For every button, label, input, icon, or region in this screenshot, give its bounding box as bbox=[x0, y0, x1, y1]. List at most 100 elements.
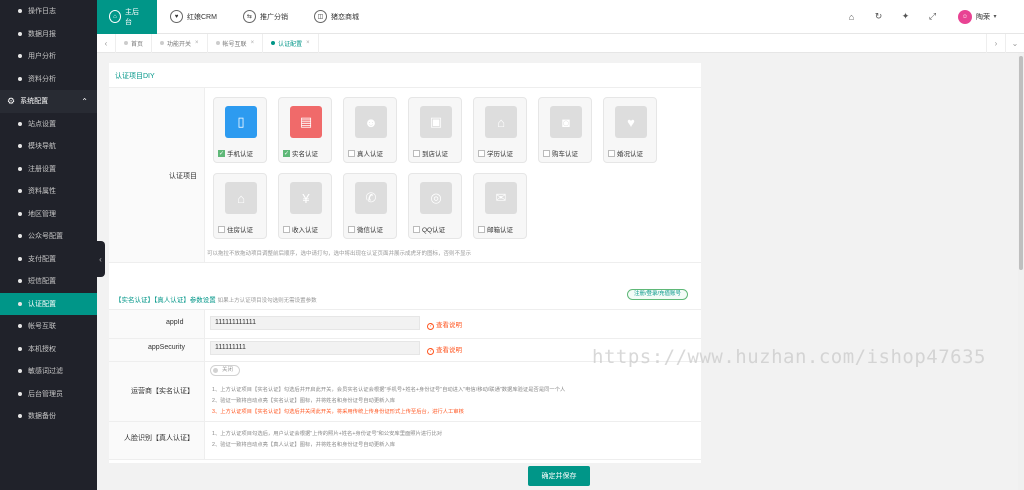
checkbox[interactable] bbox=[543, 149, 550, 157]
appid-help-link[interactable]: ? 查看说明 bbox=[427, 319, 462, 330]
qq-icon: ◎ bbox=[420, 182, 452, 214]
top-nav-label: 推广分销 bbox=[259, 13, 288, 21]
scrollbar-thumb[interactable] bbox=[1019, 56, 1023, 270]
section-title: 认证项目DIY bbox=[115, 73, 155, 80]
operator-switch[interactable]: 关闭 bbox=[210, 365, 240, 376]
checkbox[interactable] bbox=[478, 149, 485, 157]
appid-input[interactable]: 111111111111 bbox=[210, 316, 420, 330]
cert-item[interactable]: ☻ 真人认证 bbox=[343, 97, 397, 163]
sidebar-item[interactable]: 操作日志 bbox=[0, 0, 97, 23]
cert-item[interactable]: ◎ QQ认证 bbox=[408, 173, 462, 239]
checkbox[interactable] bbox=[478, 225, 485, 233]
bullet-icon bbox=[18, 324, 22, 329]
bullet-icon bbox=[18, 234, 22, 239]
tab[interactable]: 帐号互联 × bbox=[208, 33, 264, 53]
checkbox[interactable] bbox=[413, 225, 420, 233]
cert-item[interactable]: ▤ ✓ 实名认证 bbox=[278, 97, 332, 163]
bullet-icon bbox=[18, 189, 22, 194]
cert-label: 真人认证 bbox=[357, 151, 383, 158]
chevron-down-icon[interactable]: ▾ bbox=[990, 13, 1000, 20]
tab-scroll-right-icon[interactable]: › bbox=[986, 33, 1005, 53]
close-icon[interactable]: × bbox=[195, 40, 199, 46]
cert-item[interactable]: ¥ 收入认证 bbox=[278, 173, 332, 239]
save-button[interactable]: 确定并保存 bbox=[528, 466, 590, 486]
cert-item[interactable]: ✉ 邮箱认证 bbox=[473, 173, 527, 239]
phone-icon: ▯ bbox=[225, 106, 257, 138]
top-nav-item[interactable]: ⇆ 推广分销 bbox=[230, 0, 301, 34]
sidebar-item[interactable]: 站点设置 bbox=[0, 113, 97, 136]
cert-caption: 购车认证 bbox=[543, 148, 578, 158]
sidebar-item-label: 资料属性 bbox=[28, 188, 56, 196]
bullet-icon bbox=[18, 144, 22, 149]
content-panel: 认证项目DIY 认证项目 可以拖拉不放拖动项目调整前后顺序，选中请打勾，选中将出… bbox=[109, 63, 701, 463]
checkbox[interactable] bbox=[348, 225, 355, 233]
checkbox[interactable]: ✓ bbox=[283, 149, 290, 157]
avatar[interactable]: ☺ bbox=[958, 9, 972, 24]
close-icon[interactable]: × bbox=[306, 40, 310, 46]
refresh-icon[interactable]: ↻ bbox=[865, 11, 892, 22]
cert-item[interactable]: ♥ 婚况认证 bbox=[603, 97, 657, 163]
cert-caption: ✓ 实名认证 bbox=[283, 148, 318, 158]
cert-item[interactable]: ◙ 购车认证 bbox=[538, 97, 592, 163]
cert-label: 婚况认证 bbox=[617, 151, 643, 158]
sidebar-item[interactable]: 模块导航 bbox=[0, 135, 97, 158]
sidebar-item[interactable]: 本机授权 bbox=[0, 338, 97, 361]
id-card-icon: ▤ bbox=[290, 106, 322, 138]
sidebar-item[interactable]: 用户分析 bbox=[0, 45, 97, 68]
sidebar-item[interactable]: 短信配置 bbox=[0, 270, 97, 293]
top-nav-label: 红娘CRM bbox=[187, 13, 217, 21]
sidebar-item[interactable]: 敏感词过滤 bbox=[0, 360, 97, 383]
bullet-icon bbox=[18, 54, 22, 59]
close-icon[interactable]: × bbox=[251, 40, 255, 46]
cert-item[interactable]: ⌂ 学历认证 bbox=[473, 97, 527, 163]
tab[interactable]: 首页 bbox=[116, 33, 153, 53]
checkbox[interactable] bbox=[218, 225, 225, 233]
checkbox[interactable] bbox=[348, 149, 355, 157]
tab-menu-icon[interactable]: ⌄ bbox=[1005, 33, 1024, 53]
fullscreen-icon[interactable]: ⤢ bbox=[919, 11, 946, 22]
sidebar-item[interactable]: 资料属性 bbox=[0, 180, 97, 203]
top-nav-item[interactable]: ◫ 猪恋商城 bbox=[301, 0, 372, 34]
sidebar-item[interactable]: 支付配置 bbox=[0, 248, 97, 271]
cert-caption: ✓ 手机认证 bbox=[218, 148, 253, 158]
sidebar-item[interactable]: 数据备份 bbox=[0, 405, 97, 428]
yen-coin-icon: ¥ bbox=[290, 182, 322, 214]
cert-item[interactable]: ⌂ 住房认证 bbox=[213, 173, 267, 239]
appsecurity-input[interactable]: 111111111 bbox=[210, 341, 420, 355]
sidebar-item[interactable]: 数据月报 bbox=[0, 23, 97, 46]
appsecurity-help-link[interactable]: ? 查看说明 bbox=[427, 344, 462, 355]
tab[interactable]: 功能开关 × bbox=[152, 33, 208, 53]
tab-label: 帐号互联 bbox=[222, 41, 247, 48]
tab-scroll-left-icon[interactable]: ‹ bbox=[97, 33, 116, 53]
cert-item[interactable]: ✆ 微信认证 bbox=[343, 173, 397, 239]
home-icon[interactable]: ⌂ bbox=[838, 12, 865, 22]
cert-item[interactable]: ▯ ✓ 手机认证 bbox=[213, 97, 267, 163]
sidebar-item[interactable]: 认证配置 bbox=[0, 292, 97, 315]
top-nav-label: 猪恋商城 bbox=[330, 13, 359, 21]
sidebar-group-system[interactable]: ⚙ 系统配置 ⌃ bbox=[0, 90, 97, 113]
user-name[interactable]: 陶荣 bbox=[976, 12, 990, 22]
sidebar-item-label: 数据备份 bbox=[28, 413, 56, 421]
theme-icon[interactable]: ✦ bbox=[892, 11, 919, 22]
cert-hint: 可以拖拉不放拖动项目调整前后顺序，选中请打勾，选中将出现在认证页面并展示成虎牙的… bbox=[207, 251, 472, 257]
cert-label: 手机认证 bbox=[227, 151, 253, 158]
checkbox[interactable] bbox=[283, 225, 290, 233]
sidebar-item-label: 用户分析 bbox=[28, 53, 56, 61]
tab[interactable]: 认证配置 × bbox=[263, 33, 319, 53]
sidebar-item[interactable]: 注册设置 bbox=[0, 158, 97, 181]
sidebar-item[interactable]: 地区管理 bbox=[0, 203, 97, 226]
cert-item[interactable]: ▣ 到店认证 bbox=[408, 97, 462, 163]
top-nav-item[interactable]: ⌂ 主后台 bbox=[97, 0, 157, 34]
sidebar-item[interactable]: 资料分析 bbox=[0, 68, 97, 91]
checkbox[interactable]: ✓ bbox=[218, 149, 225, 157]
sidebar-item[interactable]: 后台管理员 bbox=[0, 383, 97, 406]
top-nav-label: 主后台 bbox=[124, 8, 139, 26]
cert-row-label: 认证项目 bbox=[169, 173, 197, 180]
top-nav-item[interactable]: ♥ 红娘CRM bbox=[157, 0, 230, 34]
sidebar-item[interactable]: 公众号配置 bbox=[0, 225, 97, 248]
checkbox[interactable] bbox=[413, 149, 420, 157]
sidebar-collapse-handle[interactable]: ‹ bbox=[96, 241, 105, 277]
sidebar-item[interactable]: 帐号互联 bbox=[0, 315, 97, 338]
checkbox[interactable] bbox=[608, 149, 615, 157]
register-badge[interactable]: 注册/登录/充值账号 bbox=[627, 289, 689, 300]
